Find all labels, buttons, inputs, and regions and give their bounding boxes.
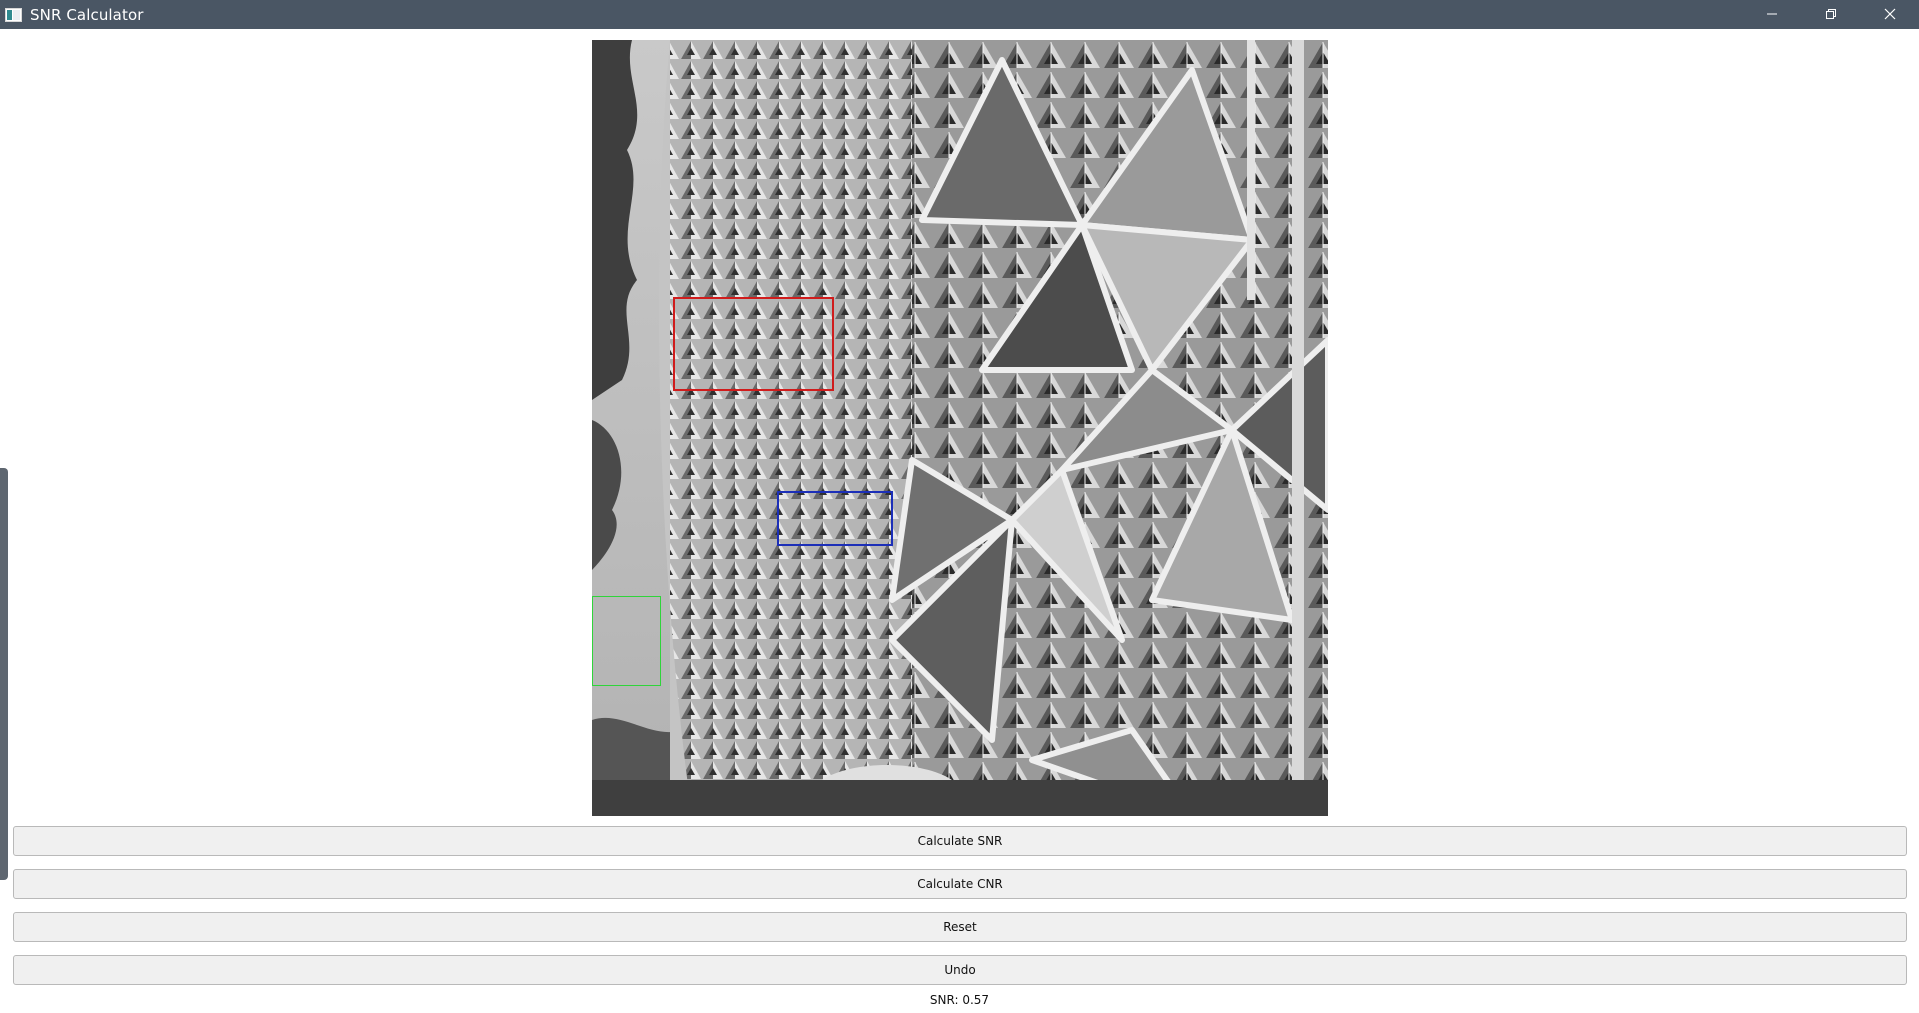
app-window-icon [5, 7, 22, 22]
title-bar[interactable]: SNR Calculator [0, 0, 1919, 29]
splitter-handle[interactable] [0, 468, 8, 880]
reset-button[interactable]: Reset [13, 912, 1907, 942]
roi-second-region[interactable] [777, 491, 893, 546]
undo-button[interactable]: Undo [13, 955, 1907, 985]
image-canvas[interactable] [592, 40, 1328, 816]
restore-icon [1825, 5, 1837, 24]
restore-button[interactable] [1801, 0, 1860, 29]
minimize-button[interactable] [1742, 0, 1801, 29]
result-label: SNR: 0.57 [929, 993, 990, 1007]
roi-signal-region[interactable] [673, 297, 834, 391]
close-icon [1884, 5, 1896, 24]
app-window: SNR Calculator Calculate SNR Calculate C… [0, 0, 1919, 1013]
architecture-photo [592, 40, 1328, 816]
roi-background-region[interactable] [592, 596, 661, 686]
window-title: SNR Calculator [30, 5, 144, 24]
window-controls [1742, 0, 1919, 29]
close-button[interactable] [1860, 0, 1919, 29]
calculate-cnr-button[interactable]: Calculate CNR [13, 869, 1907, 899]
minimize-icon [1766, 5, 1778, 24]
calculate-snr-button[interactable]: Calculate SNR [13, 826, 1907, 856]
